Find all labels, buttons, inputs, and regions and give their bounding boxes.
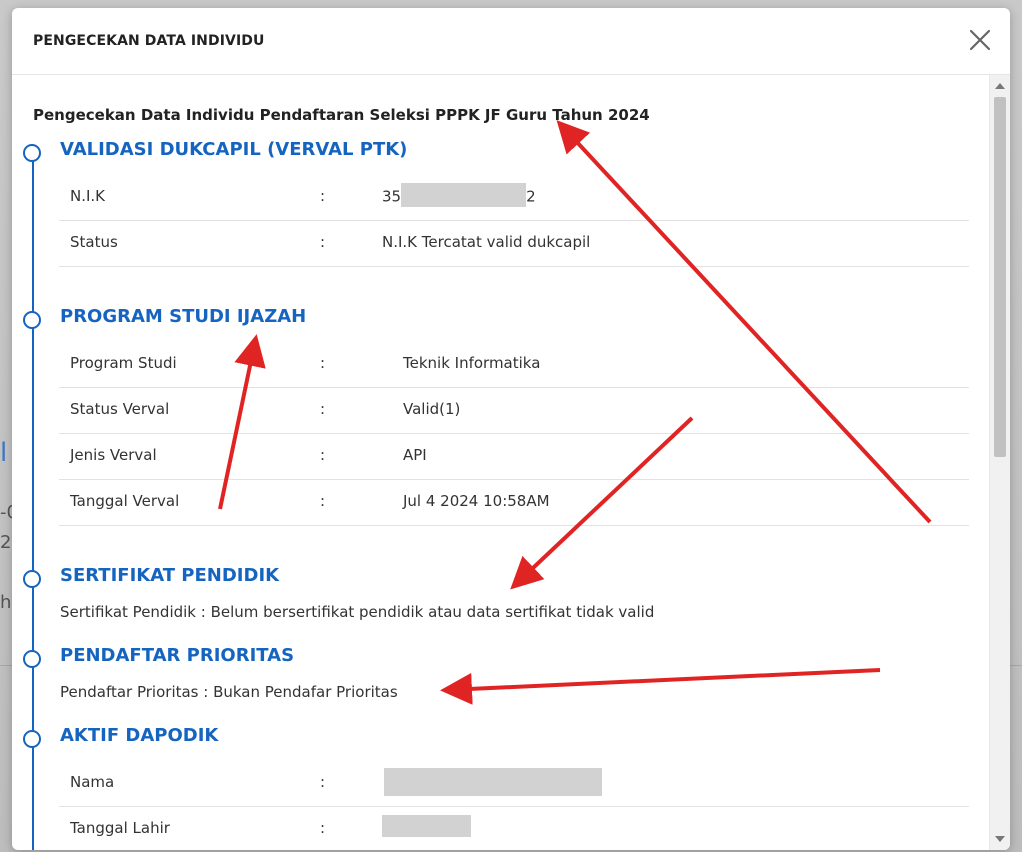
redaction-mask: [384, 768, 602, 796]
section-title-prioritas: PENDAFTAR PRIORITAS: [60, 645, 295, 666]
table-row: N.I.K : 35 2: [59, 174, 969, 221]
table-row: Nama :: [59, 760, 969, 807]
table-row: Tanggal Lahir :: [59, 806, 969, 850]
row-value: Teknik Informatika: [403, 354, 541, 372]
table-row: Status Verval : Valid(1): [59, 387, 969, 434]
redaction-mask: [401, 183, 527, 207]
row-separator: :: [320, 187, 326, 205]
individual-data-modal: PENGECEKAN DATA INDIVIDU Pengecekan Data…: [12, 8, 1010, 850]
prioritas-text: Pendaftar Prioritas : Bukan Pendafar Pri…: [60, 683, 398, 701]
timeline-dot: [23, 570, 41, 588]
row-separator: :: [320, 492, 326, 510]
close-button[interactable]: [966, 26, 994, 54]
row-label: Jenis Verval: [70, 446, 157, 464]
row-value: Jul 4 2024 10:58AM: [403, 492, 550, 510]
row-separator: :: [320, 233, 326, 251]
timeline-dot: [23, 650, 41, 668]
background-text-fragment: 2: [0, 532, 12, 553]
vertical-scrollbar[interactable]: [989, 75, 1010, 850]
background-text-fragment: l: [0, 438, 8, 468]
table-row: Program Studi : Teknik Informatika: [59, 341, 969, 388]
scroll-up-icon[interactable]: [995, 83, 1005, 89]
timeline-dot: [23, 730, 41, 748]
scroll-down-icon[interactable]: [995, 836, 1005, 842]
row-label: N.I.K: [70, 187, 106, 205]
row-separator: :: [320, 773, 326, 791]
redaction-mask: [382, 815, 471, 837]
section-title-sertifikat: SERTIFIKAT PENDIDIK: [60, 565, 280, 586]
table-row: Tanggal Verval : Jul 4 2024 10:58AM: [59, 479, 969, 526]
timeline-dot: [23, 311, 41, 329]
row-value: N.I.K Tercatat valid dukcapil: [382, 233, 591, 251]
row-label: Tanggal Lahir: [70, 819, 170, 837]
row-separator: :: [320, 354, 326, 372]
modal-title: PENGECEKAN DATA INDIVIDU: [33, 33, 265, 49]
row-label: Status Verval: [70, 400, 170, 418]
background-text-fragment: h: [0, 592, 12, 613]
nik-suffix: 2: [526, 187, 536, 206]
row-value: API: [403, 446, 427, 464]
page-heading: Pengecekan Data Individu Pendaftaran Sel…: [33, 106, 650, 124]
row-separator: :: [320, 400, 326, 418]
row-value: Valid(1): [403, 400, 461, 418]
table-row: Status : N.I.K Tercatat valid dukcapil: [59, 220, 969, 267]
nik-prefix: 35: [382, 187, 402, 206]
section-title-ijazah: PROGRAM STUDI IJAZAH: [60, 306, 307, 327]
row-label: Program Studi: [70, 354, 177, 372]
nik-value: 35 2: [382, 183, 536, 207]
section-title-dapodik: AKTIF DAPODIK: [60, 725, 219, 746]
timeline-dot: [23, 144, 41, 162]
table-row: Jenis Verval : API: [59, 433, 969, 480]
row-separator: :: [320, 819, 326, 837]
modal-body[interactable]: Pengecekan Data Individu Pendaftaran Sel…: [12, 75, 990, 850]
row-separator: :: [320, 446, 326, 464]
row-label: Nama: [70, 773, 115, 791]
close-icon: [969, 29, 991, 51]
modal-header: PENGECEKAN DATA INDIVIDU: [12, 8, 1010, 75]
row-label: Status: [70, 233, 118, 251]
row-label: Tanggal Verval: [70, 492, 180, 510]
sertifikat-text: Sertifikat Pendidik : Belum bersertifika…: [60, 603, 655, 621]
section-title-dukcapil: VALIDASI DUKCAPIL (VERVAL PTK): [60, 139, 408, 160]
scrollbar-thumb[interactable]: [994, 97, 1006, 457]
